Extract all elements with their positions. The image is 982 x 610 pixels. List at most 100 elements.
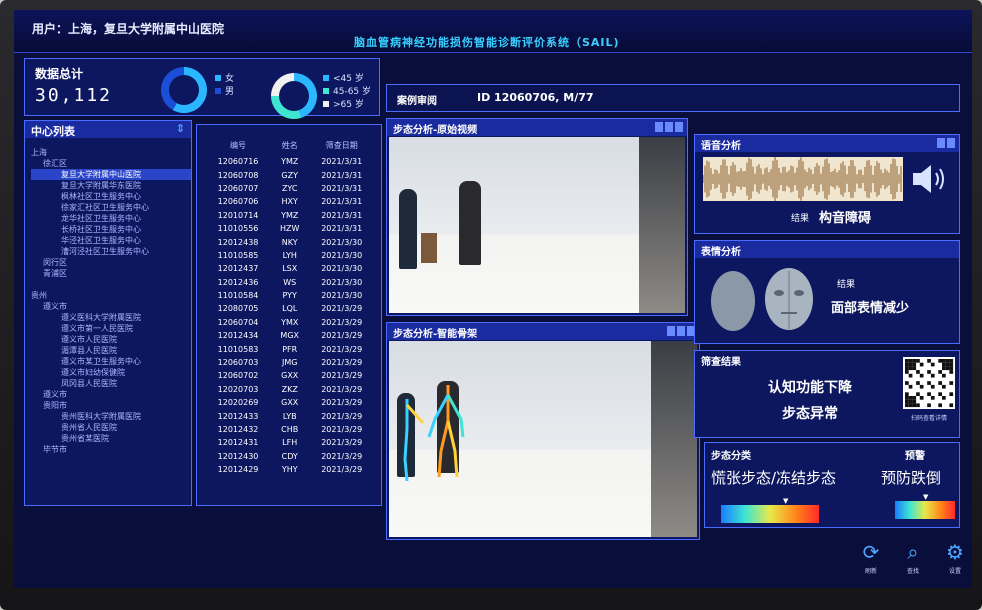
search-button[interactable]: ⌕ 查找 — [898, 540, 928, 575]
table-row[interactable]: 12012431 LFH 2021/3/29 — [203, 436, 377, 449]
cell-id: 12020269 — [217, 398, 259, 408]
stats-panel: 数据总计 30,112 女 男 <45 岁 45-65 岁 >65 岁 — [24, 58, 380, 119]
table-row[interactable]: 11010583 PFR 2021/3/29 — [203, 342, 377, 355]
cell-date: 2021/3/31 — [321, 224, 363, 234]
center-list-item[interactable] — [31, 279, 191, 290]
center-list-item[interactable]: 长桥社区卫生服务中心 — [31, 224, 191, 235]
table-row[interactable]: 12012434 MGX 2021/3/29 — [203, 329, 377, 342]
table-row[interactable]: 12012438 NKY 2021/3/30 — [203, 235, 377, 248]
case-review-bar: 案例审阅 ID 12060706, M/77 — [386, 84, 960, 112]
center-list-item[interactable]: 遵义医科大学附属医院 — [31, 312, 191, 323]
center-list-item[interactable]: 遵义市 — [31, 301, 191, 312]
table-row[interactable]: 12012433 LYB 2021/3/29 — [203, 409, 377, 422]
center-list-item[interactable]: 复旦大学附属华东医院 — [31, 180, 191, 191]
cell-date: 2021/3/29 — [321, 411, 363, 421]
gear-icon: ⚙ — [946, 540, 964, 564]
refresh-button[interactable]: ⟳ 刷新 — [856, 540, 886, 575]
center-list-item[interactable]: 徐汇区 — [31, 158, 191, 169]
sort-toggle-icon[interactable]: ⇕ — [176, 122, 185, 135]
table-row[interactable]: 12012429 YHY 2021/3/29 — [203, 463, 377, 476]
center-list-item[interactable]: 遵义市妇幼保健院 — [31, 367, 191, 378]
gait-raw-header: 步态分析-原始视频 — [387, 119, 687, 136]
center-list-item[interactable]: 贵州省人民医院 — [31, 422, 191, 433]
center-list-item[interactable]: 龙华社区卫生服务中心 — [31, 213, 191, 224]
center-list-item[interactable]: 漕河泾社区卫生服务中心 — [31, 246, 191, 257]
table-row[interactable]: 11010585 LYH 2021/3/30 — [203, 249, 377, 262]
cell-date: 2021/3/31 — [321, 183, 363, 193]
gait-skeleton-video[interactable] — [389, 341, 697, 537]
warning-value: 预防跌倒 — [881, 469, 942, 487]
center-list-item[interactable]: 遵义市人民医院 — [31, 334, 191, 345]
col-header-id: 编号 — [230, 140, 247, 150]
cell-name: GXX — [281, 398, 299, 408]
table-row[interactable]: 12010714 YMZ 2021/3/31 — [203, 209, 377, 222]
warning-severity-marker-icon: ▼ — [923, 493, 929, 501]
cell-name: WS — [283, 277, 297, 287]
face-title: 表情分析 — [701, 247, 741, 258]
cell-date: 2021/3/29 — [321, 304, 363, 314]
gait-raw-title: 步态分析-原始视频 — [393, 125, 478, 136]
center-list-item[interactable]: 遵义市 — [31, 389, 191, 400]
center-list-item[interactable]: 徐家汇社区卫生服务中心 — [31, 202, 191, 213]
table-row[interactable]: 12080705 LQL 2021/3/29 — [203, 302, 377, 315]
table-row[interactable]: 11010556 HZW 2021/3/31 — [203, 222, 377, 235]
table-row[interactable]: 12012432 CHB 2021/3/29 — [203, 423, 377, 436]
table-row[interactable]: 12060708 GZY 2021/3/31 — [203, 168, 377, 181]
cell-id: 12060703 — [217, 358, 259, 368]
center-list-item[interactable]: 毕节市 — [31, 444, 191, 455]
table-row[interactable]: 12060702 GXX 2021/3/29 — [203, 369, 377, 382]
cell-name: LSX — [282, 264, 298, 274]
cell-date: 2021/3/29 — [321, 398, 363, 408]
window-controls-icon[interactable] — [667, 326, 695, 336]
gender-legend: 女 男 — [215, 73, 234, 99]
cell-id: 11010556 — [217, 224, 259, 234]
qr-code[interactable]: 扫码查看详情 — [903, 357, 955, 422]
window-controls-icon[interactable] — [655, 122, 683, 132]
center-list-item[interactable]: 枫林社区卫生服务中心 — [31, 191, 191, 202]
center-list-item[interactable]: 上海 — [31, 147, 191, 158]
cell-name: PYY — [282, 291, 297, 301]
center-list-item[interactable]: 凤冈县人民医院 — [31, 378, 191, 389]
center-list-item[interactable]: 贵州医科大学附属医院 — [31, 411, 191, 422]
cell-name: YMZ — [281, 210, 299, 220]
table-row[interactable]: 12020703 ZKZ 2021/3/29 — [203, 383, 377, 396]
cell-date: 2021/3/29 — [321, 384, 363, 394]
warning-severity-scale — [895, 501, 955, 519]
table-row[interactable]: 12060703 JMG 2021/3/29 — [203, 356, 377, 369]
table-row[interactable]: 11010584 PYY 2021/3/30 — [203, 289, 377, 302]
table-row[interactable]: 12012436 WS 2021/3/30 — [203, 276, 377, 289]
center-list-item[interactable]: 湄潭县人民医院 — [31, 345, 191, 356]
center-list-item[interactable]: 青浦区 — [31, 268, 191, 279]
cell-name: LYH — [282, 250, 297, 260]
settings-button[interactable]: ⚙ 设置 — [940, 540, 970, 575]
center-list-item[interactable]: 闵行区 — [31, 257, 191, 268]
table-row[interactable]: 12020269 GXX 2021/3/29 — [203, 396, 377, 409]
center-list-item[interactable]: 复旦大学附属中山医院 — [31, 169, 191, 180]
center-list-item[interactable]: 贵阳市 — [31, 400, 191, 411]
cell-id: 12060704 — [217, 317, 259, 327]
records-table: 编号 姓名 筛查日期 12060716 YMZ 2021/3/31 12060708 G… — [203, 135, 377, 476]
qr-caption: 扫码查看详情 — [910, 415, 947, 422]
table-row[interactable]: 12060707 ZYC 2021/3/31 — [203, 182, 377, 195]
table-row[interactable]: 12060704 YMX 2021/3/29 — [203, 316, 377, 329]
center-list-item[interactable]: 遵义市某卫生服务中心 — [31, 356, 191, 367]
center-list-item[interactable]: 贵州 — [31, 290, 191, 301]
speaker-icon[interactable] — [909, 161, 949, 197]
window-controls-icon[interactable] — [937, 138, 955, 148]
table-row[interactable]: 12012437 LSX 2021/3/30 — [203, 262, 377, 275]
stats-total: 30,112 — [35, 85, 113, 106]
cell-name: CDY — [281, 451, 298, 461]
table-row[interactable]: 12060706 HXY 2021/3/31 — [203, 195, 377, 208]
center-list-item[interactable]: 遵义市第一人民医院 — [31, 323, 191, 334]
cell-date: 2021/3/31 — [321, 157, 363, 167]
gait-raw-video[interactable] — [389, 137, 685, 313]
center-list-item[interactable]: 华泾社区卫生服务中心 — [31, 235, 191, 246]
warning-label: 预警 — [905, 451, 925, 462]
cell-name: YMZ — [281, 157, 299, 167]
center-list-item[interactable]: 贵州省某医院 — [31, 433, 191, 444]
cell-name: GZY — [281, 170, 298, 180]
table-row[interactable]: 12012430 CDY 2021/3/29 — [203, 450, 377, 463]
cell-id: 12012433 — [217, 411, 259, 421]
table-row[interactable]: 12060716 YMZ 2021/3/31 — [203, 155, 377, 168]
refresh-icon: ⟳ — [862, 540, 880, 564]
